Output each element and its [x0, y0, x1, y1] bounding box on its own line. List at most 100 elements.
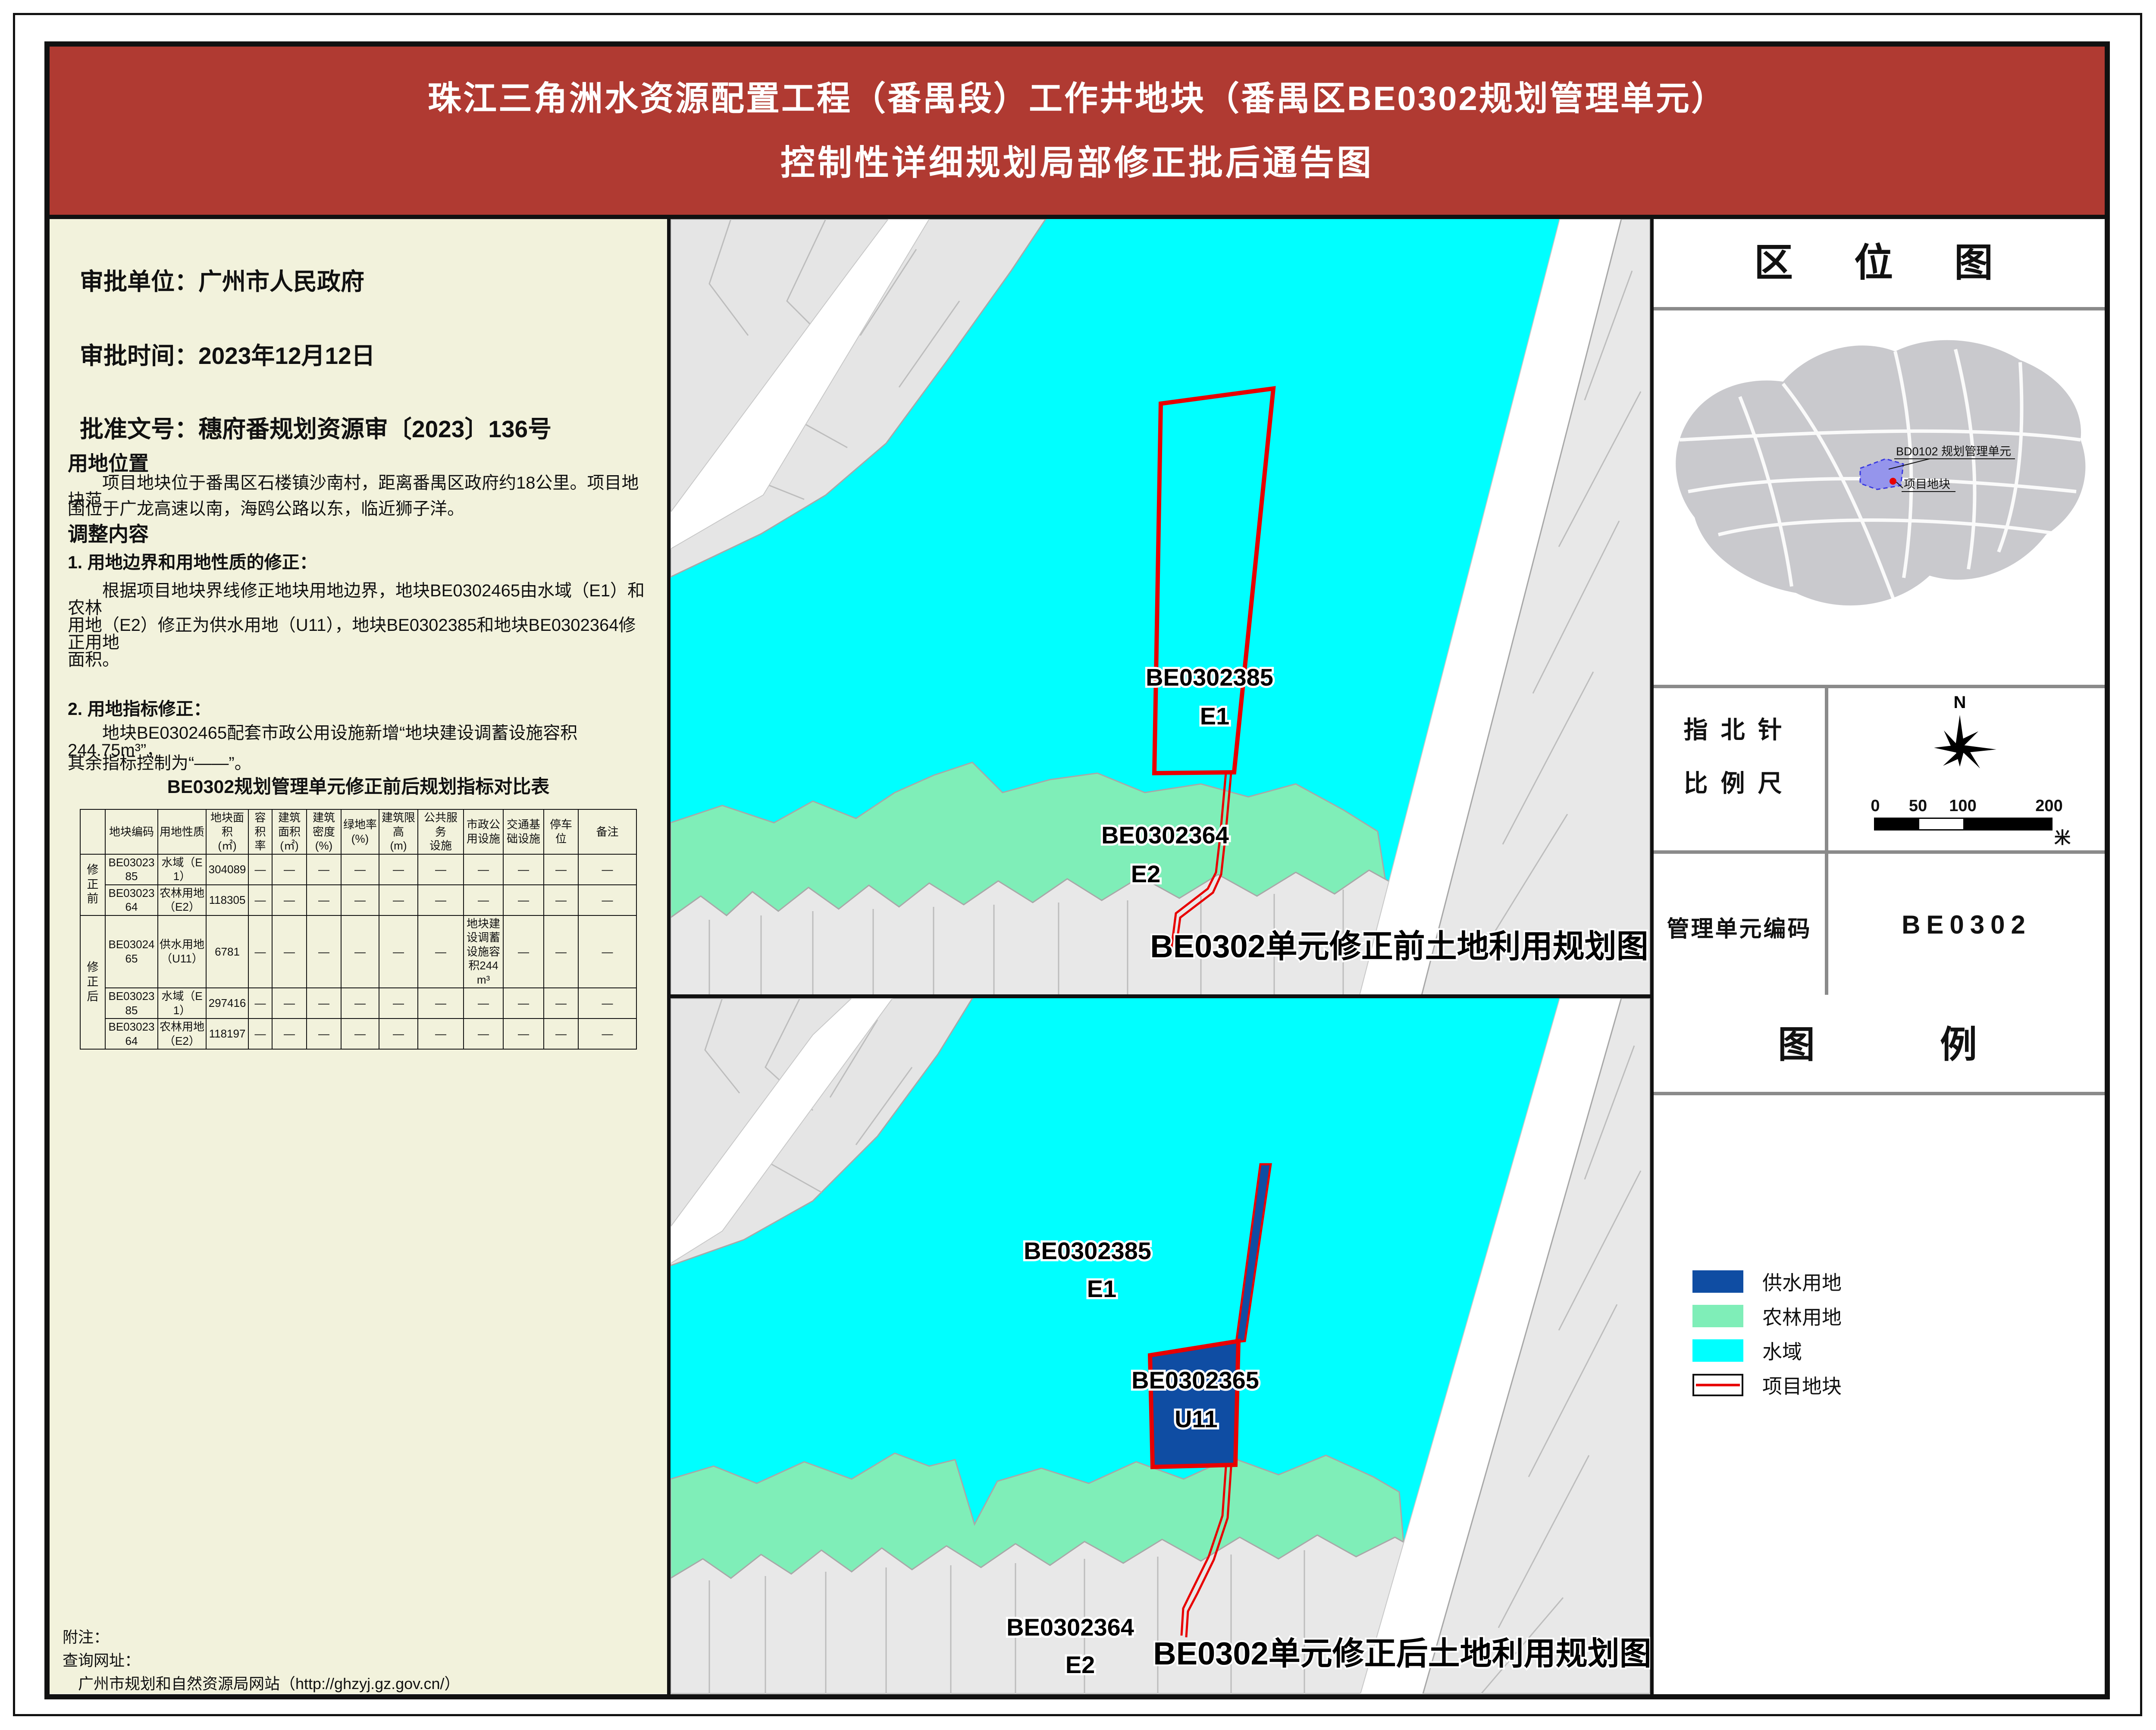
table-header-cell	[80, 809, 105, 854]
unit-code-value: BE0302	[1828, 910, 2105, 940]
table-cell: 297416	[206, 988, 248, 1019]
site-dot	[1890, 478, 1896, 485]
table-cell: —	[307, 885, 341, 915]
legend: 供水用地农林用地水域项目地块	[1692, 1270, 1842, 1408]
table-cell: —	[503, 1019, 544, 1049]
table-cell: —	[578, 1019, 636, 1049]
table-cell: —	[307, 1019, 341, 1049]
table-cell: —	[272, 915, 307, 988]
table-cell: —	[307, 854, 341, 885]
table-cell: —	[464, 885, 503, 915]
compass-rose: N	[1910, 693, 2009, 787]
table-header-cell: 建筑 面积 (㎡)	[272, 809, 307, 854]
legend-item: 供水用地	[1692, 1270, 1842, 1293]
table-cell: —	[418, 988, 464, 1019]
table-cell: 地块建设调蓄设施容积244m³	[464, 915, 503, 988]
divider-loc-map	[1654, 685, 2105, 688]
divider-panel-maps	[667, 215, 671, 1694]
table-header-cell: 备注	[578, 809, 636, 854]
table-cell: —	[341, 915, 379, 988]
table-cell: —	[544, 915, 578, 988]
table-cell: —	[272, 885, 307, 915]
table-cell: —	[578, 915, 636, 988]
table-cell: —	[248, 885, 272, 915]
location-map-title: 区 位 图	[1654, 219, 2105, 307]
table-cell: —	[272, 988, 307, 1019]
table-header-cell: 公共服务 设施	[418, 809, 464, 854]
table-header-cell: 用地性质	[158, 809, 206, 854]
table-cell: —	[307, 915, 341, 988]
legend-label: 供水用地	[1762, 1267, 1842, 1296]
divider-legend-title	[1654, 1092, 2105, 1095]
page-title-line2: 控制性详细规划局部修正批后通告图	[50, 135, 2105, 185]
label-be0302385: BE0302385	[1024, 1237, 1151, 1264]
table-header-cell: 停车位	[544, 809, 578, 854]
table-cell: —	[503, 854, 544, 885]
location-text-line2: 围位于广龙高速以南，海鸥公路以东，临近狮子洋。	[68, 500, 650, 517]
table-cell: —	[341, 988, 379, 1019]
divider-maps	[667, 994, 1650, 998]
table-cell: —	[418, 1019, 464, 1049]
table-header-cell: 地块编码	[105, 809, 158, 854]
table-header-cell: 地块面积 (㎡)	[206, 809, 248, 854]
table-header-row: 地块编码用地性质地块面积 (㎡)容积 率建筑 面积 (㎡)建筑 密度 (%)绿地…	[80, 809, 636, 854]
table-cell: BE0302385	[105, 988, 158, 1019]
table-cell: 农林用地（E2）	[158, 885, 206, 915]
table-cell: —	[341, 1019, 379, 1049]
adjust-item1-line1: 根据项目地块界线修正地块用地边界，地块BE0302465由水域（E1）和农林	[68, 582, 650, 617]
legend-swatch	[1692, 1374, 1743, 1396]
label-be0302385: BE0302385	[1146, 664, 1273, 691]
table-cell: —	[248, 915, 272, 988]
page-title-line1: 珠江三角洲水资源配置工程（番禺段）工作井地块（番禺区BE0302规划管理单元）	[50, 72, 2105, 120]
site-label: 项目地块	[1904, 478, 1950, 491]
table-cell: 118197	[206, 1019, 248, 1049]
legend-item: 水域	[1692, 1339, 1842, 1362]
u11-parcel	[1150, 1341, 1238, 1467]
approval-doc: 批准文号：穗府番规划资源审〔2023〕136号	[80, 410, 552, 444]
legend-swatch	[1692, 1339, 1743, 1362]
adjust-heading: 调整内容	[68, 517, 149, 547]
location-heading: 用地位置	[68, 447, 149, 476]
table-cell: 农林用地（E2）	[158, 1019, 206, 1049]
label-be0302364: BE0302364	[1006, 1614, 1134, 1641]
announcement-page: 珠江三角洲水资源配置工程（番禺段）工作井地块（番禺区BE0302规划管理单元） …	[0, 0, 2156, 1730]
legend-title: 图 例	[1654, 998, 2105, 1092]
legend-item: 农林用地	[1692, 1304, 1842, 1328]
label-e2: E2	[1131, 860, 1161, 887]
legend-swatch	[1692, 1270, 1743, 1293]
table-cell: —	[503, 885, 544, 915]
table-group-label: 修正前	[80, 854, 105, 915]
table-cell: —	[418, 915, 464, 988]
divider-compass-row	[1654, 850, 2105, 854]
scale-tick-0: 0	[1869, 797, 1882, 815]
map-after-caption: BE0302单元修正后土地利用规划图	[1153, 1636, 1650, 1671]
label-be0302365: BE0302365	[1131, 1366, 1259, 1394]
table-cell: —	[503, 915, 544, 988]
table-cell: —	[544, 988, 578, 1019]
table-cell: —	[503, 988, 544, 1019]
table-cell: —	[379, 885, 418, 915]
legend-item: 项目地块	[1692, 1373, 1842, 1397]
map-before-caption: BE0302单元修正前土地利用规划图	[1150, 928, 1648, 964]
info-panel: 审批单位：广州市人民政府 审批时间：2023年12月12日 批准文号：穗府番规划…	[50, 219, 667, 1694]
table-cell: —	[578, 885, 636, 915]
compare-table: 地块编码用地性质地块面积 (㎡)容积 率建筑 面积 (㎡)建筑 密度 (%)绿地…	[80, 809, 637, 1050]
legend-swatch	[1692, 1305, 1743, 1327]
table-cell: —	[307, 988, 341, 1019]
table-cell: —	[418, 885, 464, 915]
scale-tick-100: 100	[1946, 797, 1980, 815]
legend-label: 项目地块	[1762, 1371, 1842, 1399]
table-cell: —	[544, 885, 578, 915]
table-cell: —	[379, 1019, 418, 1049]
adjust-item2-line2: 其余指标控制为“——”。	[68, 755, 650, 772]
table-cell: BE0302465	[105, 915, 158, 988]
north-arrow-label: 指北针	[1654, 711, 1825, 746]
table-cell: —	[544, 854, 578, 885]
table-cell: —	[464, 988, 503, 1019]
table-row: 修正后BE0302465供水用地（U11）6781——————地块建设调蓄设施容…	[80, 915, 636, 988]
legend-plot-line	[1696, 1384, 1740, 1386]
divider-vertical-sidebar	[1825, 688, 1828, 995]
table-cell: 6781	[206, 915, 248, 988]
table-row: BE0302364农林用地（E2）118197——————————	[80, 1019, 636, 1049]
table-cell: —	[464, 1019, 503, 1049]
